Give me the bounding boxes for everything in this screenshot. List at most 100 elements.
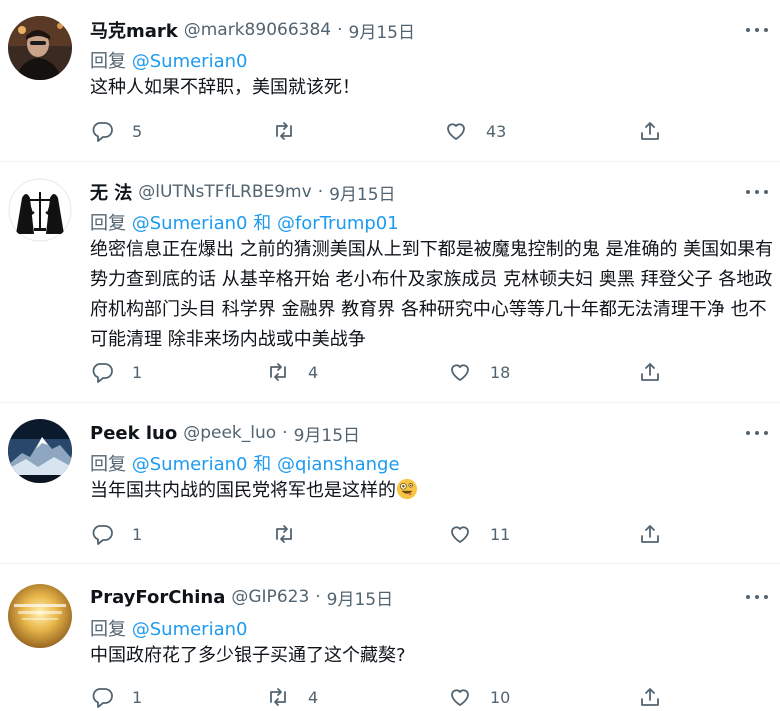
share-icon bbox=[641, 525, 659, 543]
like-count: 10 bbox=[490, 687, 511, 707]
tweet-3[interactable]: Peek luo @peek_luo · 9月15日 回复 @Sumerian0… bbox=[0, 403, 780, 563]
dark-portrait-avatar-image bbox=[8, 16, 72, 80]
avatar[interactable] bbox=[8, 16, 72, 80]
more-icon[interactable] bbox=[746, 19, 768, 41]
avatar[interactable] bbox=[8, 584, 72, 648]
like-button[interactable]: 43 bbox=[444, 117, 506, 145]
more-icon[interactable] bbox=[746, 181, 768, 203]
share-icon bbox=[641, 122, 659, 140]
avatar[interactable] bbox=[8, 419, 72, 483]
user-handle[interactable]: @GIP623 bbox=[231, 587, 309, 607]
like-count: 11 bbox=[490, 524, 511, 544]
reply-to-label: 回复 bbox=[90, 619, 126, 640]
user-handle[interactable]: @peek_luo bbox=[183, 423, 276, 443]
display-name[interactable]: Peek luo bbox=[90, 423, 177, 444]
tweet-date[interactable]: 9月15日 bbox=[329, 180, 395, 205]
replying-to: 回复 @Sumerian0 bbox=[90, 47, 247, 73]
reply-to-label: 回复 bbox=[90, 454, 126, 475]
like-icon bbox=[451, 689, 469, 706]
reply-count: 1 bbox=[132, 362, 143, 382]
tweet-4[interactable]: PrayForChina @GIP623 · 9月15日 回复 @Sumeria… bbox=[0, 564, 780, 708]
share-icon bbox=[641, 688, 659, 706]
replying-to: 回复 @Sumerian0 和 @forTrump01 bbox=[90, 209, 399, 235]
like-button[interactable]: 10 bbox=[448, 683, 510, 711]
retweet-icon bbox=[270, 363, 286, 381]
display-name[interactable]: PrayForChina bbox=[90, 587, 225, 608]
share-button[interactable] bbox=[638, 520, 662, 548]
reply-count: 1 bbox=[132, 524, 143, 544]
reply-button[interactable]: 1 bbox=[90, 520, 142, 548]
retweet-button[interactable]: 4 bbox=[266, 683, 318, 711]
mention-link[interactable]: @Sumerian0 bbox=[132, 213, 248, 234]
share-button[interactable] bbox=[638, 683, 662, 711]
reply-to-label: 回复 bbox=[90, 51, 126, 72]
reply-icon bbox=[92, 122, 113, 142]
tweet-actions: 1 4 10 bbox=[90, 683, 690, 711]
user-handle[interactable]: @mark89066384 bbox=[184, 20, 331, 40]
retweet-count: 4 bbox=[308, 687, 319, 707]
tweet-2[interactable]: 无 法 @lUTNsTFfLRBE9mv · 9月15日 回复 @Sumeria… bbox=[0, 162, 780, 402]
tweet-text: 中国政府花了多少银子买通了这个藏獒? bbox=[90, 645, 406, 666]
tweet-actions: 1 11 bbox=[90, 520, 690, 548]
zany-face-emoji bbox=[396, 478, 418, 500]
like-count: 18 bbox=[490, 362, 511, 382]
avatar[interactable] bbox=[8, 178, 72, 242]
like-button[interactable]: 11 bbox=[448, 520, 510, 548]
retweet-button[interactable]: 4 bbox=[266, 358, 318, 386]
retweet-icon bbox=[276, 525, 292, 543]
like-icon bbox=[451, 526, 469, 543]
display-name[interactable]: 马克mark bbox=[90, 17, 178, 43]
mention-link[interactable]: @Sumerian0 bbox=[132, 619, 248, 640]
display-name[interactable]: 无 法 bbox=[90, 179, 132, 205]
reply-to-label: 回复 bbox=[90, 213, 126, 234]
separator-dot: · bbox=[337, 20, 343, 40]
tweet-text: 绝密信息正在爆出 之前的猜测美国从上到下都是被魔鬼控制的鬼 是准确的 美国如果有… bbox=[90, 239, 774, 350]
reply-icon bbox=[92, 688, 113, 708]
separator-dot: · bbox=[282, 423, 288, 443]
tweet-date[interactable]: 9月15日 bbox=[294, 421, 360, 446]
mountain-avatar-image bbox=[8, 419, 72, 483]
retweet-icon bbox=[276, 122, 292, 140]
tweet-text: 当年国共内战的国民党将军也是这样的 bbox=[90, 480, 396, 501]
reply-count: 1 bbox=[132, 687, 143, 707]
share-button[interactable] bbox=[638, 358, 662, 386]
tweet-body: 当年国共内战的国民党将军也是这样的 bbox=[90, 476, 774, 506]
retweet-count: 4 bbox=[308, 362, 319, 382]
mention-link[interactable]: @qianshange bbox=[277, 454, 400, 475]
share-button[interactable] bbox=[638, 117, 662, 145]
like-button[interactable]: 18 bbox=[448, 358, 510, 386]
reply-icon bbox=[92, 363, 113, 383]
more-icon[interactable] bbox=[746, 422, 768, 444]
mention-link[interactable]: @Sumerian0 bbox=[132, 51, 248, 72]
reply-button[interactable]: 1 bbox=[90, 358, 142, 386]
reply-button[interactable]: 1 bbox=[90, 683, 142, 711]
user-handle[interactable]: @lUTNsTFfLRBE9mv bbox=[138, 182, 311, 202]
tweet-1[interactable]: 马克mark @mark89066384 · 9月15日 回复 @Sumeria… bbox=[0, 0, 780, 160]
tweet-actions: 5 43 bbox=[90, 117, 690, 145]
reply-count: 5 bbox=[132, 121, 143, 141]
reply-button[interactable]: 5 bbox=[90, 117, 142, 145]
like-icon bbox=[447, 123, 465, 140]
retweet-button[interactable] bbox=[272, 117, 314, 145]
mention-link[interactable]: @forTrump01 bbox=[277, 213, 399, 234]
more-icon[interactable] bbox=[746, 586, 768, 608]
like-icon bbox=[451, 364, 469, 381]
reply-to-conjunction: 和 bbox=[253, 213, 272, 234]
golden-banner-avatar-image bbox=[8, 584, 72, 648]
share-icon bbox=[641, 363, 659, 381]
tweet-date[interactable]: 9月15日 bbox=[349, 18, 415, 43]
tweet-date[interactable]: 9月15日 bbox=[327, 585, 393, 610]
separator-dot: · bbox=[315, 587, 321, 607]
separator-dot: · bbox=[317, 182, 324, 202]
replying-to: 回复 @Sumerian0 和 @qianshange bbox=[90, 450, 400, 476]
reply-icon bbox=[92, 525, 113, 545]
retweet-button[interactable] bbox=[272, 520, 314, 548]
scales-emblem-avatar-image bbox=[8, 178, 72, 242]
reply-to-conjunction: 和 bbox=[253, 454, 272, 475]
tweet-actions: 1 4 18 bbox=[90, 358, 690, 386]
like-count: 43 bbox=[486, 121, 507, 141]
replying-to: 回复 @Sumerian0 bbox=[90, 615, 247, 641]
mention-link[interactable]: @Sumerian0 bbox=[132, 454, 248, 475]
tweet-text: 这种人如果不辞职，美国就该死！ bbox=[90, 77, 360, 98]
retweet-icon bbox=[270, 688, 286, 706]
